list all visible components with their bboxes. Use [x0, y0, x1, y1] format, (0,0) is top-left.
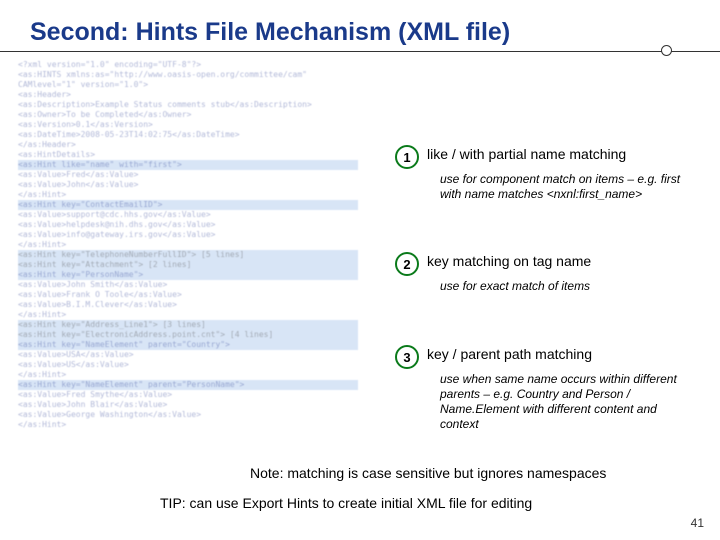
- annotation-1-heading: like / with partial name matching: [427, 145, 626, 162]
- annotation-2-heading: key matching on tag name: [427, 252, 591, 269]
- slide-number: 41: [691, 516, 704, 530]
- xml-background: <?xml version="1.0" encoding="UTF-8"?><a…: [18, 60, 358, 430]
- slide-title: Second: Hints File Mechanism (XML file): [0, 0, 720, 52]
- annotation-3-sub: use when same name occurs within differe…: [440, 372, 695, 432]
- annotation-3: 3 key / parent path matching use when sa…: [395, 345, 695, 432]
- annotation-2: 2 key matching on tag name use for exact…: [395, 252, 695, 294]
- badge-2: 2: [395, 252, 419, 276]
- annotation-2-sub: use for exact match of items: [440, 279, 695, 294]
- badge-3: 3: [395, 345, 419, 369]
- note-text: Note: matching is case sensitive but ign…: [250, 465, 690, 481]
- badge-1: 1: [395, 145, 419, 169]
- tip-text: TIP: can use Export Hints to create init…: [160, 495, 690, 511]
- annotation-3-heading: key / parent path matching: [427, 345, 592, 362]
- annotation-1-sub: use for component match on items – e.g. …: [440, 172, 695, 202]
- annotation-1: 1 like / with partial name matching use …: [395, 145, 695, 202]
